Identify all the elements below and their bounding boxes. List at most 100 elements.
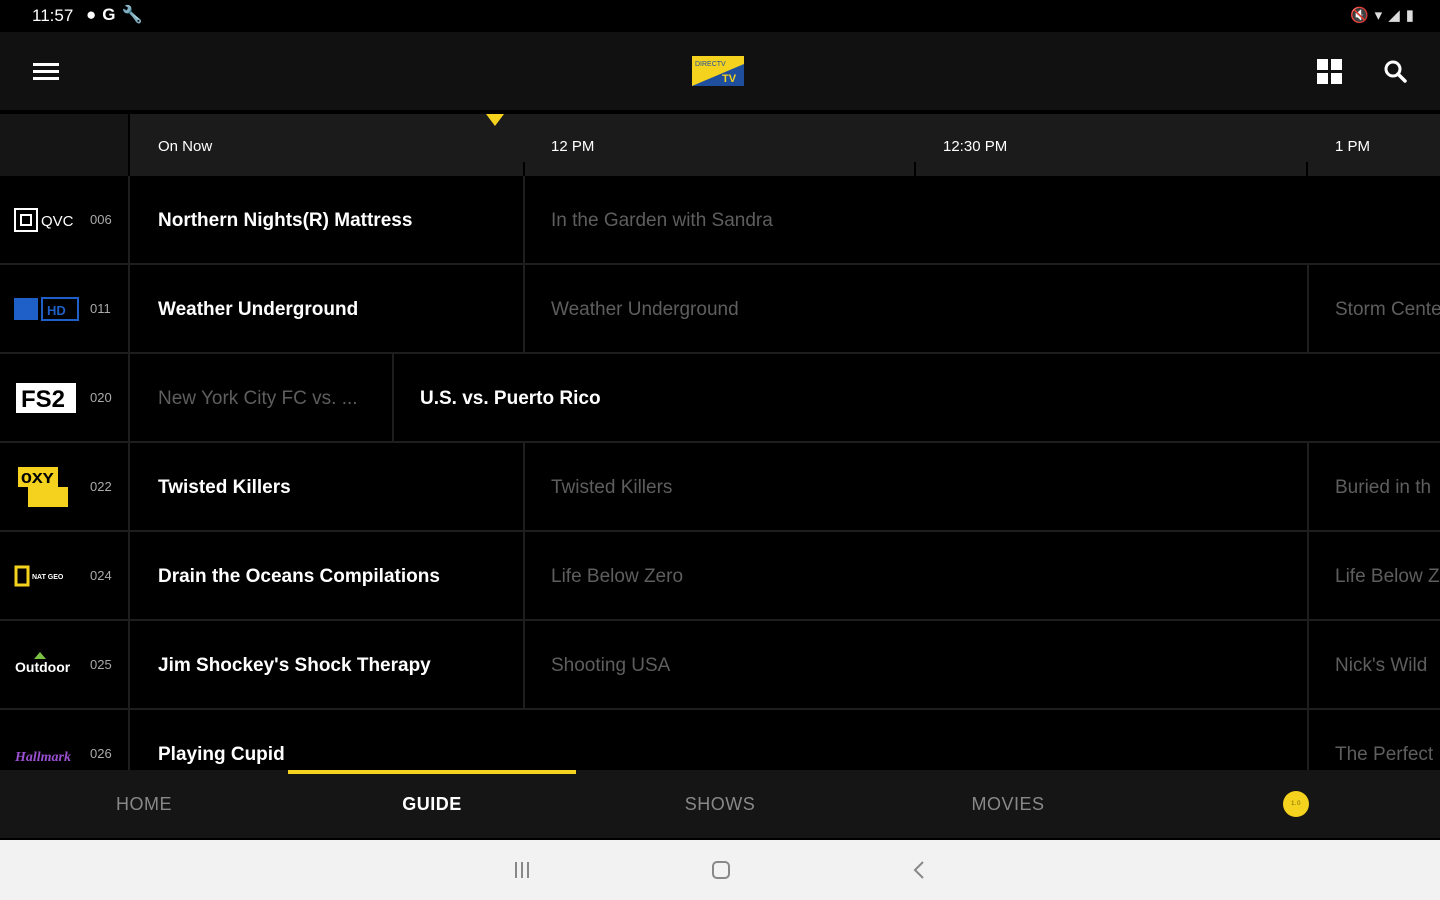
- notification-dot-icon: ●: [86, 5, 97, 24]
- channel-logo-text: Outdoor: [15, 659, 71, 675]
- program-title: The Perfect: [1335, 744, 1434, 765]
- program-cell[interactable]: Nick's Wild: [1309, 621, 1440, 708]
- channel-logo-text: OXY GEN: [21, 471, 70, 488]
- weather-channel-logo-icon: HD: [14, 297, 79, 321]
- program-cell[interactable]: Life Below Z: [1309, 532, 1440, 619]
- program-cell[interactable]: In the Garden with Sandra: [525, 176, 1440, 263]
- status-bar: 11:57 ● G 🔧 🔇 ▾ ◢ ▮: [0, 0, 1440, 32]
- channel-cell[interactable]: HD 011: [0, 265, 130, 352]
- program-cell[interactable]: Drain the Oceans Compilations: [132, 532, 525, 619]
- channel-number: 026: [90, 746, 112, 761]
- tab-home[interactable]: HOME: [0, 770, 288, 838]
- timeline-header: On Now 12 PM 12:30 PM 1 PM: [0, 114, 1440, 176]
- program-cell[interactable]: Northern Nights(R) Mattress: [132, 176, 525, 263]
- recent-apps-button[interactable]: [510, 858, 534, 882]
- tab-shows[interactable]: SHOWS: [576, 770, 864, 838]
- program-title: Buried in th: [1335, 477, 1432, 498]
- natgeo-logo-icon: NAT GEO: [14, 565, 64, 587]
- signal-icon: ◢: [1388, 7, 1400, 24]
- program-cell[interactable]: Jim Shockey's Shock Therapy: [132, 621, 525, 708]
- search-icon: [1384, 60, 1407, 83]
- oxygen-logo-icon: OXY GEN: [18, 467, 70, 507]
- time-label-12pm: 12 PM: [551, 138, 595, 155]
- channel-cell[interactable]: FS2 020: [0, 354, 130, 441]
- channel-row: NAT GEO 024 Drain the Oceans Compilation…: [0, 532, 1440, 621]
- grid-icon: [1316, 58, 1328, 70]
- time-tick: [914, 162, 916, 176]
- channel-number: 025: [90, 657, 112, 672]
- back-button[interactable]: [908, 858, 932, 882]
- program-cell[interactable]: Storm Cente: [1309, 265, 1440, 352]
- program-cell[interactable]: Playing Cupid: [132, 710, 1309, 770]
- grid-view-button[interactable]: [1312, 54, 1346, 88]
- channel-number: 022: [90, 479, 112, 494]
- wifi-icon: ▾: [1374, 7, 1383, 24]
- home-icon: [712, 861, 730, 879]
- time-tick: [523, 162, 525, 176]
- channel-row: HD 011 Weather Underground Weather Under…: [0, 265, 1440, 354]
- mute-icon: 🔇: [1349, 7, 1369, 24]
- bottom-tab-bar: HOME GUIDE SHOWS MOVIES 1.0: [0, 770, 1440, 838]
- logo-text-bottom: TV: [722, 73, 737, 85]
- menu-icon: [33, 62, 59, 66]
- channel-logo-text: Hallmark: [14, 750, 71, 765]
- tab-movies[interactable]: MOVIES: [864, 770, 1152, 838]
- program-title: Life Below Zero: [551, 566, 684, 587]
- channel-logo-qvc: QVC: [14, 204, 80, 236]
- program-cell[interactable]: Life Below Zero: [525, 532, 1309, 619]
- program-title: Jim Shockey's Shock Therapy: [158, 655, 431, 676]
- channel-row: Hallmark 026 Playing Cupid The Perfect: [0, 710, 1440, 770]
- program-cell[interactable]: U.S. vs. Puerto Rico: [394, 354, 1440, 441]
- program-cell[interactable]: Buried in th: [1309, 443, 1440, 530]
- channel-number: 024: [90, 568, 112, 583]
- program-title: U.S. vs. Puerto Rico: [420, 388, 601, 409]
- channel-logo-text: QVC: [41, 213, 74, 230]
- hallmark-logo-icon: Hallmark: [14, 750, 71, 765]
- status-right-icons: 🔇 ▾ ◢ ▮: [1350, 6, 1414, 24]
- status-time: 11:57: [32, 6, 74, 25]
- search-button[interactable]: [1378, 54, 1412, 88]
- program-cell[interactable]: Twisted Killers: [132, 443, 525, 530]
- program-title: Twisted Killers: [551, 477, 673, 498]
- program-title: Storm Cente: [1335, 299, 1440, 320]
- channel-row: FS2 020 New York City FC vs. ... U.S. vs…: [0, 354, 1440, 443]
- program-title: New York City FC vs. ...: [158, 388, 358, 409]
- time-tick: [1306, 162, 1308, 176]
- program-cell[interactable]: Shooting USA: [525, 621, 1309, 708]
- program-cell[interactable]: Weather Underground: [525, 265, 1309, 352]
- program-cell[interactable]: New York City FC vs. ...: [132, 354, 394, 441]
- channel-logo-outdoor: Outdoor: [14, 649, 80, 681]
- channel-row: Outdoor 025 Jim Shockey's Shock Therapy …: [0, 621, 1440, 710]
- outdoor-channel-logo-icon: Outdoor: [15, 652, 71, 675]
- channel-cell[interactable]: NAT GEO 024: [0, 532, 130, 619]
- tab-guide[interactable]: GUIDE: [288, 770, 576, 838]
- program-cell[interactable]: Weather Underground: [132, 265, 525, 352]
- channel-cell[interactable]: Hallmark 026: [0, 710, 130, 770]
- program-cell[interactable]: The Perfect: [1309, 710, 1440, 770]
- channel-cell[interactable]: QVC 006: [0, 176, 130, 263]
- program-title: Drain the Oceans Compilations: [158, 566, 440, 587]
- time-label-on-now: On Now: [158, 138, 213, 155]
- battery-icon: ▮: [1405, 7, 1414, 24]
- recent-apps-icon: [515, 862, 529, 878]
- channel-cell[interactable]: Outdoor 025: [0, 621, 130, 708]
- tab-profile[interactable]: 1.0: [1152, 770, 1440, 838]
- menu-button[interactable]: [26, 54, 66, 88]
- program-title: Playing Cupid: [158, 744, 285, 765]
- channel-logo-oxygen: OXY GEN: [14, 465, 80, 509]
- program-cell[interactable]: Twisted Killers: [525, 443, 1309, 530]
- fs2-logo-icon: FS2: [16, 383, 76, 413]
- wrench-icon: 🔧: [121, 5, 143, 24]
- status-left-icons: ● G 🔧: [86, 5, 143, 25]
- home-button[interactable]: [709, 858, 733, 882]
- guide-grid: QVC 006 Northern Nights(R) Mattress In t…: [0, 176, 1440, 770]
- time-label-1pm: 1 PM: [1335, 138, 1371, 155]
- profile-avatar: 1.0: [1283, 791, 1309, 817]
- qvc-logo-icon: QVC: [14, 208, 74, 232]
- channel-number: 020: [90, 390, 112, 405]
- channel-logo-text: FS2: [21, 386, 65, 413]
- current-time-marker: [486, 114, 504, 126]
- program-title: Shooting USA: [551, 655, 671, 676]
- program-title: Life Below Z: [1335, 566, 1440, 587]
- channel-cell[interactable]: OXY GEN 022: [0, 443, 130, 530]
